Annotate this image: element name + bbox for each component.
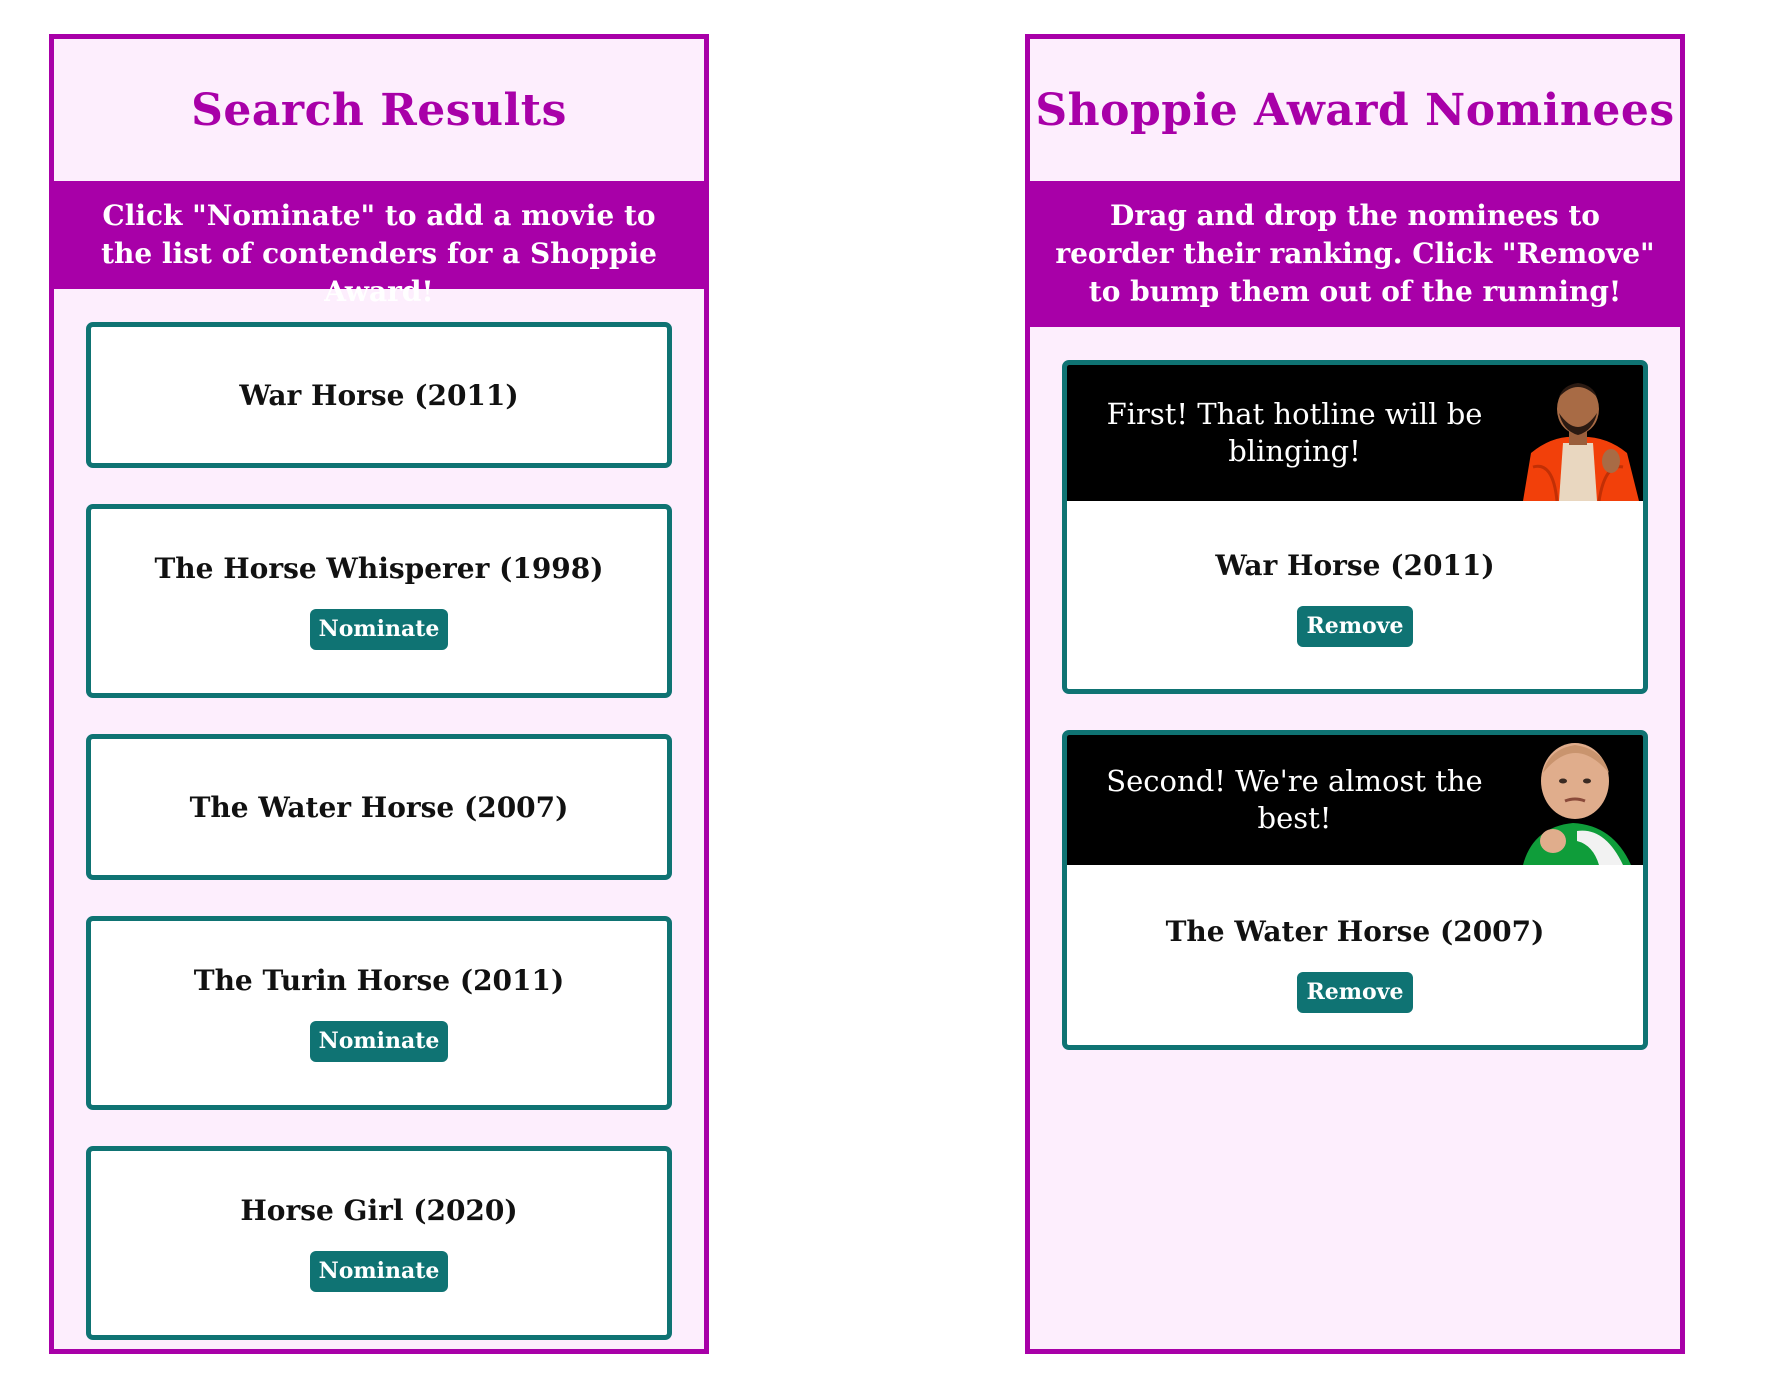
- movie-title: The Water Horse (2007): [1165, 915, 1545, 948]
- movie-title: The Horse Whisperer (1998): [154, 552, 604, 585]
- search-result-card: The Turin Horse (2011) Nominate: [86, 916, 672, 1110]
- search-result-card: The Horse Whisperer (1998) Nominate: [86, 504, 672, 698]
- nominee-rank-banner: First! That hotline will be blinging!: [1067, 365, 1643, 501]
- movie-title: Horse Girl (2020): [240, 1194, 518, 1227]
- search-results-title: Search Results: [191, 84, 567, 136]
- rank-message: Second! We're almost the best!: [1106, 764, 1483, 835]
- rank-message: First! That hotline will be blinging!: [1106, 397, 1483, 468]
- success-kid-fist-image: [1523, 743, 1631, 865]
- movie-title: The Water Horse (2007): [189, 790, 569, 824]
- nominate-button[interactable]: Nominate: [309, 609, 449, 650]
- movie-title: War Horse (2011): [239, 378, 519, 412]
- nominees-panel: Shoppie Award Nominees Drag and drop the…: [1025, 34, 1685, 1354]
- nominee-card[interactable]: First! That hotline will be blinging! Wa…: [1062, 360, 1648, 694]
- search-results-panel: Search Results Click "Nominate" to add a…: [49, 34, 709, 1354]
- search-result-card: Horse Girl (2020) Nominate: [86, 1146, 672, 1340]
- nominate-button[interactable]: Nominate: [309, 1021, 449, 1062]
- search-instructions: Click "Nominate" to add a movie to the l…: [54, 181, 704, 308]
- nominee-details: War Horse (2011) Remove: [1067, 501, 1643, 647]
- rapper-in-orange-jacket-image: [1523, 383, 1639, 501]
- search-results-list: War Horse (2011) The Horse Whisperer (19…: [54, 289, 704, 1340]
- movie-title: War Horse (2011): [1215, 549, 1495, 582]
- movie-title: The Turin Horse (2011): [193, 964, 565, 997]
- nominee-card[interactable]: Second! We're almost the best! The Water…: [1062, 730, 1648, 1050]
- nominees-list: First! That hotline will be blinging! Wa…: [1030, 327, 1680, 1050]
- search-result-card: War Horse (2011): [86, 322, 672, 468]
- remove-button[interactable]: Remove: [1297, 606, 1413, 647]
- nominate-button[interactable]: Nominate: [309, 1251, 449, 1292]
- remove-button[interactable]: Remove: [1297, 972, 1413, 1013]
- nominees-title: Shoppie Award Nominees: [1035, 84, 1675, 136]
- search-result-card: The Water Horse (2007): [86, 734, 672, 880]
- nominees-instructions: Drag and drop the nominees to reorder th…: [1030, 181, 1680, 327]
- nominee-details: The Water Horse (2007) Remove: [1067, 865, 1643, 1013]
- nominee-rank-banner: Second! We're almost the best!: [1067, 735, 1643, 865]
